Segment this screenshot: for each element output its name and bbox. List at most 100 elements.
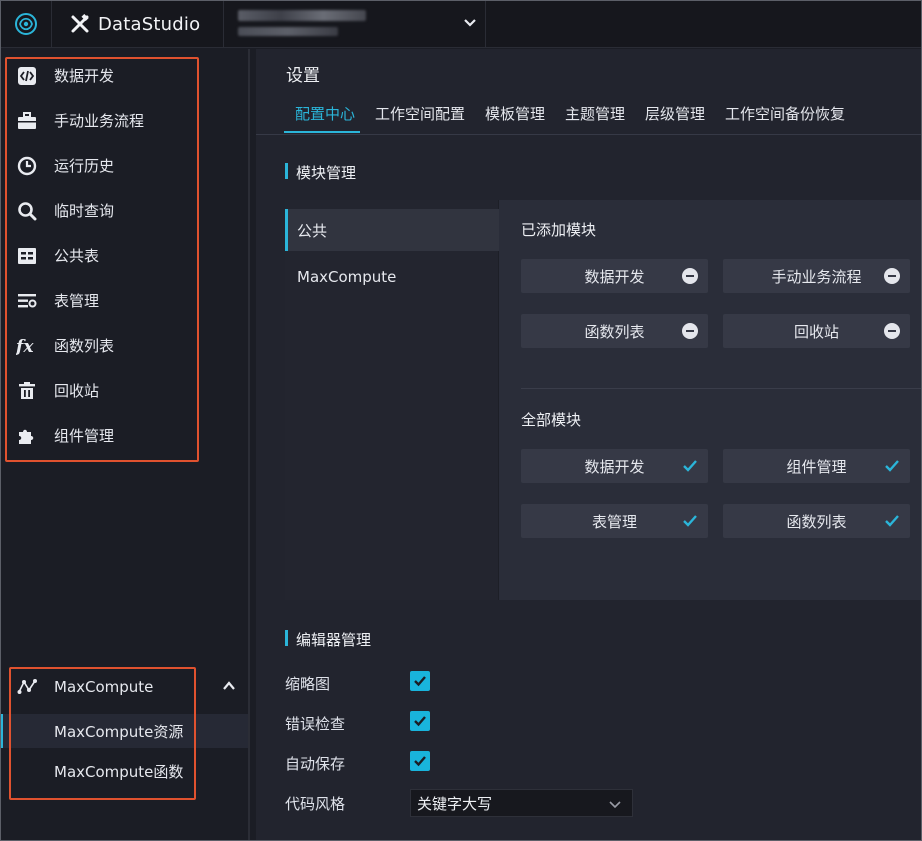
all-module-chip[interactable]: 组件管理 xyxy=(723,449,910,483)
workspace-name-redacted xyxy=(238,10,366,21)
sidebar-item-public-table[interactable]: 公共表 xyxy=(0,233,248,278)
all-modules-heading: 全部模块 xyxy=(521,411,582,429)
sidebar-item-label: 公共表 xyxy=(54,247,100,265)
chip-label: 函数列表 xyxy=(786,512,847,531)
search-icon xyxy=(16,200,38,222)
chip-label: 表管理 xyxy=(591,512,637,531)
chip-label: 数据开发 xyxy=(584,267,645,286)
sidebar-group-maxcompute[interactable]: MaxCompute xyxy=(0,665,248,709)
section-title-editor: 编辑器管理 xyxy=(285,629,371,650)
code-style-value: 关键字大写 xyxy=(417,794,493,813)
module-category-maxcompute[interactable]: MaxCompute xyxy=(285,256,499,298)
all-module-chip[interactable]: 函数列表 xyxy=(723,504,910,538)
sidebar-item-maxcompute-function[interactable]: MaxCompute函数 xyxy=(0,754,248,788)
code-style-label: 代码风格 xyxy=(285,795,346,813)
sidebar-item-label: 运行历史 xyxy=(54,157,115,175)
added-module-chip[interactable]: 数据开发 xyxy=(521,259,708,293)
all-module-chip[interactable]: 表管理 xyxy=(521,504,708,538)
workspace-id-redacted xyxy=(238,27,338,36)
sidebar: 数据开发 手动业务流程 运行历史 临时查询 公共表 表管理 fx 函数列表 回收… xyxy=(0,49,250,841)
workspace-selector[interactable] xyxy=(224,0,486,48)
module-management-panel: 公共 MaxCompute 已添加模块 数据开发 手动业务流程 函数列表 回收站… xyxy=(285,200,922,600)
added-module-chip[interactable]: 手动业务流程 xyxy=(723,259,910,293)
all-module-chip[interactable]: 数据开发 xyxy=(521,449,708,483)
sidebar-item-manual-flow[interactable]: 手动业务流程 xyxy=(0,98,248,143)
tab-workspace-config[interactable]: 工作空间配置 xyxy=(375,103,465,124)
code-icon xyxy=(16,65,38,87)
tab-config-center[interactable]: 配置中心 xyxy=(295,103,355,124)
module-category-list: 公共 MaxCompute xyxy=(285,200,499,600)
list-icon xyxy=(16,290,38,312)
divider xyxy=(521,388,922,389)
clock-icon xyxy=(16,155,38,177)
chevron-down-icon xyxy=(609,801,621,809)
error-check-checkbox[interactable] xyxy=(410,711,430,731)
remove-icon[interactable] xyxy=(682,323,698,339)
auto-save-label: 自动保存 xyxy=(285,755,346,773)
code-style-select[interactable]: 关键字大写 xyxy=(410,789,633,817)
tab-workspace-backup[interactable]: 工作空间备份恢复 xyxy=(725,103,845,124)
chip-label: 数据开发 xyxy=(584,457,645,476)
added-module-chip[interactable]: 函数列表 xyxy=(521,314,708,348)
brand[interactable]: DataStudio xyxy=(52,0,224,48)
settings-tabs: 配置中心 工作空间配置 模板管理 主题管理 层级管理 工作空间备份恢复 xyxy=(256,99,922,135)
auto-save-checkbox[interactable] xyxy=(410,751,430,771)
tab-template-management[interactable]: 模板管理 xyxy=(485,103,545,124)
remove-icon[interactable] xyxy=(884,268,900,284)
check-icon xyxy=(885,460,899,472)
dataworks-logo-icon xyxy=(14,13,37,35)
top-bar: DataStudio xyxy=(0,0,922,48)
sidebar-item-label: 函数列表 xyxy=(54,337,115,355)
trash-icon xyxy=(16,380,38,402)
remove-icon[interactable] xyxy=(682,268,698,284)
settings-panel: 设置 配置中心 工作空间配置 模板管理 主题管理 层级管理 工作空间备份恢复 模… xyxy=(256,49,922,841)
tab-level-management[interactable]: 层级管理 xyxy=(645,103,705,124)
sidebar-item-component-management[interactable]: 组件管理 xyxy=(0,413,248,458)
fx-icon: fx xyxy=(16,335,38,357)
minimap-label: 缩略图 xyxy=(285,675,331,693)
sidebar-item-recycle-bin[interactable]: 回收站 xyxy=(0,368,248,413)
sidebar-item-label: 回收站 xyxy=(54,382,100,400)
chevron-down-icon xyxy=(464,19,476,27)
minimap-checkbox[interactable] xyxy=(410,671,430,691)
sidebar-item-maxcompute-resource[interactable]: MaxCompute资源 xyxy=(0,714,248,748)
sidebar-item-run-history[interactable]: 运行历史 xyxy=(0,143,248,188)
table-icon xyxy=(16,245,38,267)
check-icon xyxy=(885,515,899,527)
remove-icon[interactable] xyxy=(884,323,900,339)
page-title: 设置 xyxy=(286,66,320,86)
sidebar-item-label: 数据开发 xyxy=(54,67,115,85)
chip-label: 函数列表 xyxy=(584,322,645,341)
brand-title: DataStudio xyxy=(98,13,201,35)
chevron-up-icon[interactable] xyxy=(222,679,236,693)
check-icon xyxy=(414,676,426,687)
sidebar-item-label: 手动业务流程 xyxy=(54,112,145,130)
app-logo[interactable] xyxy=(0,0,52,48)
svg-text:fx: fx xyxy=(16,337,34,356)
sidebar-item-label: 表管理 xyxy=(54,292,100,310)
puzzle-icon xyxy=(16,425,38,447)
added-module-chip[interactable]: 回收站 xyxy=(723,314,910,348)
active-tab-indicator xyxy=(284,131,360,133)
tools-icon xyxy=(71,14,89,33)
sidebar-item-function-list[interactable]: fx 函数列表 xyxy=(0,323,248,368)
tab-theme-management[interactable]: 主题管理 xyxy=(565,103,625,124)
check-icon xyxy=(683,460,697,472)
sidebar-item-label: 组件管理 xyxy=(54,427,115,445)
graph-nodes-icon xyxy=(16,676,38,698)
briefcase-icon xyxy=(16,110,38,132)
check-icon xyxy=(414,756,426,767)
sidebar-item-label: 临时查询 xyxy=(54,202,115,220)
chip-label: 组件管理 xyxy=(786,457,847,476)
sidebar-item-data-dev[interactable]: 数据开发 xyxy=(0,53,248,98)
sidebar-item-table-management[interactable]: 表管理 xyxy=(0,278,248,323)
module-category-public[interactable]: 公共 xyxy=(285,209,499,251)
chip-label: 手动业务流程 xyxy=(771,267,862,286)
check-icon xyxy=(683,515,697,527)
error-check-label: 错误检查 xyxy=(285,715,346,733)
added-modules-heading: 已添加模块 xyxy=(521,221,597,239)
chip-label: 回收站 xyxy=(793,322,839,341)
section-title-module: 模块管理 xyxy=(285,162,356,183)
sidebar-group-label: MaxCompute xyxy=(54,678,154,696)
sidebar-item-temp-query[interactable]: 临时查询 xyxy=(0,188,248,233)
